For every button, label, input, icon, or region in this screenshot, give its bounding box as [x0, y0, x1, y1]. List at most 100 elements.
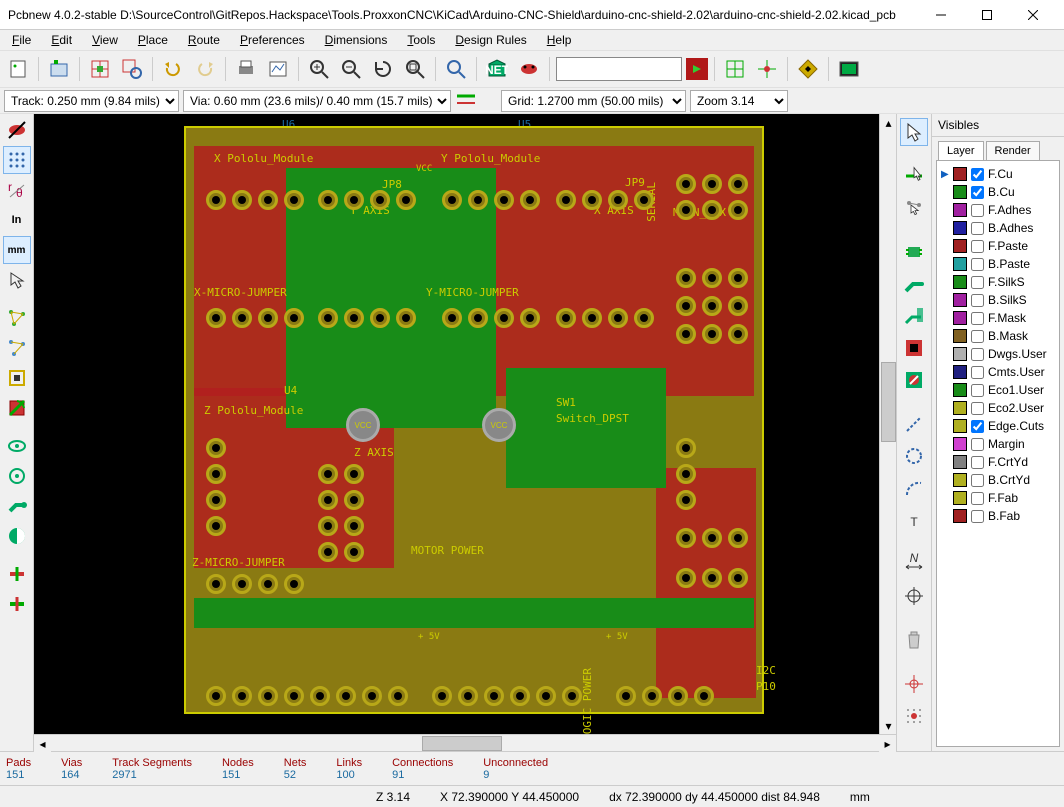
layer-row-f-cu[interactable]: ▶F.Cu — [941, 165, 1055, 183]
grid-toggle-icon[interactable] — [3, 146, 31, 174]
find-icon[interactable] — [442, 55, 470, 83]
track-width-select[interactable]: Track: 0.250 mm (9.84 mils) * — [4, 90, 179, 112]
menu-route[interactable]: Route — [180, 31, 228, 49]
layer-checkbox[interactable] — [971, 312, 984, 325]
grid-select[interactable]: Grid: 1.2700 mm (50.00 mils) — [501, 90, 686, 112]
layer-row-eco1-user[interactable]: Eco1.User — [941, 381, 1055, 399]
layer-row-b-silks[interactable]: B.SilkS — [941, 291, 1055, 309]
net-search-input[interactable] — [556, 57, 682, 81]
grid-origin-tool-icon[interactable] — [900, 702, 928, 730]
layer-checkbox[interactable] — [971, 438, 984, 451]
minimize-button[interactable] — [918, 0, 964, 30]
menu-dimensions[interactable]: Dimensions — [317, 31, 396, 49]
vertical-scrollbar[interactable]: ▴ ▾ — [879, 114, 896, 734]
drc-off-icon[interactable] — [3, 116, 31, 144]
tab-layer[interactable]: Layer — [938, 141, 984, 160]
module-ratsnest-icon[interactable] — [3, 334, 31, 362]
place-origin-icon[interactable] — [900, 670, 928, 698]
local-ratsnest-icon[interactable] — [900, 194, 928, 222]
layer-row-cmts-user[interactable]: Cmts.User — [941, 363, 1055, 381]
layer-checkbox[interactable] — [971, 294, 984, 307]
undo-icon[interactable] — [159, 55, 187, 83]
zoom-fit-icon[interactable] — [401, 55, 429, 83]
grid-red-icon[interactable] — [86, 55, 114, 83]
tracks-sketch-icon[interactable] — [3, 492, 31, 520]
layer-row-eco2-user[interactable]: Eco2.User — [941, 399, 1055, 417]
menu-file[interactable]: File — [4, 31, 39, 49]
layer-checkbox[interactable] — [971, 366, 984, 379]
add-footprint-icon[interactable] — [900, 238, 928, 266]
highlight-net-icon[interactable] — [900, 162, 928, 190]
route-track-icon[interactable] — [900, 270, 928, 298]
add-keepout-icon[interactable] — [900, 366, 928, 394]
net-highlight-button[interactable] — [686, 58, 708, 80]
microwave-toolbar-icon[interactable] — [3, 590, 31, 618]
zoom-out-icon[interactable] — [337, 55, 365, 83]
add-target-icon[interactable] — [900, 582, 928, 610]
layer-row-b-fab[interactable]: B.Fab — [941, 507, 1055, 525]
select-tool-icon[interactable] — [900, 118, 928, 146]
layer-row-margin[interactable]: Margin — [941, 435, 1055, 453]
layer-checkbox[interactable] — [971, 276, 984, 289]
menu-place[interactable]: Place — [130, 31, 176, 49]
layer-row-f-silks[interactable]: F.SilkS — [941, 273, 1055, 291]
close-button[interactable] — [1010, 0, 1056, 30]
layer-checkbox[interactable] — [971, 348, 984, 361]
via-size-select[interactable]: Via: 0.60 mm (23.6 mils)/ 0.40 mm (15.7 … — [183, 90, 451, 112]
layer-manager-red-icon[interactable] — [3, 560, 31, 588]
new-board-icon[interactable] — [4, 55, 32, 83]
polar-coords-icon[interactable]: rθ — [3, 176, 31, 204]
netlist-icon[interactable]: NET — [483, 55, 511, 83]
menu-view[interactable]: View — [84, 31, 126, 49]
layer-checkbox[interactable] — [971, 402, 984, 415]
maximize-button[interactable] — [964, 0, 1010, 30]
layer-row-dwgs-user[interactable]: Dwgs.User — [941, 345, 1055, 363]
menu-design-rules[interactable]: Design Rules — [447, 31, 534, 49]
layer-checkbox[interactable] — [971, 240, 984, 253]
units-inch-icon[interactable]: In — [3, 206, 31, 234]
layer-checkbox[interactable] — [971, 510, 984, 523]
grid-origin-icon[interactable] — [753, 55, 781, 83]
high-contrast-icon[interactable] — [3, 522, 31, 550]
layer-row-f-mask[interactable]: F.Mask — [941, 309, 1055, 327]
zoom-grid-icon[interactable] — [118, 55, 146, 83]
layer-row-f-crtyd[interactable]: F.CrtYd — [941, 453, 1055, 471]
print-icon[interactable] — [232, 55, 260, 83]
layer-row-f-adhes[interactable]: F.Adhes — [941, 201, 1055, 219]
plot-icon[interactable] — [264, 55, 292, 83]
zoom-in-icon[interactable] — [305, 55, 333, 83]
drc-icon[interactable] — [515, 55, 543, 83]
layer-checkbox[interactable] — [971, 456, 984, 469]
layer-checkbox[interactable] — [971, 384, 984, 397]
layer-checkbox[interactable] — [971, 258, 984, 271]
layer-setup-icon[interactable] — [721, 55, 749, 83]
layer-row-b-crtyd[interactable]: B.CrtYd — [941, 471, 1055, 489]
layer-row-f-fab[interactable]: F.Fab — [941, 489, 1055, 507]
layer-checkbox[interactable] — [971, 492, 984, 505]
layer-checkbox[interactable] — [971, 186, 984, 199]
delete-icon[interactable] — [900, 626, 928, 654]
menu-preferences[interactable]: Preferences — [232, 31, 313, 49]
add-arc-icon[interactable] — [900, 474, 928, 502]
open-module-icon[interactable] — [45, 55, 73, 83]
cursor-shape-icon[interactable] — [3, 266, 31, 294]
add-zone-icon[interactable] — [900, 334, 928, 362]
layer-checkbox[interactable] — [971, 204, 984, 217]
redo-icon[interactable] — [191, 55, 219, 83]
add-line-icon[interactable] — [900, 410, 928, 438]
add-via-icon[interactable] — [900, 302, 928, 330]
add-text-icon[interactable]: T — [900, 506, 928, 534]
layer-checkbox[interactable] — [971, 222, 984, 235]
ratsnest-icon[interactable] — [3, 304, 31, 332]
add-dimension-icon[interactable]: N — [900, 550, 928, 578]
auto-track-width-icon[interactable] — [455, 90, 483, 112]
menu-edit[interactable]: Edit — [43, 31, 80, 49]
layer-row-b-paste[interactable]: B.Paste — [941, 255, 1055, 273]
menu-help[interactable]: Help — [539, 31, 580, 49]
layer-checkbox[interactable] — [971, 420, 984, 433]
zoom-select[interactable]: Zoom 3.14 — [690, 90, 788, 112]
horizontal-scrollbar[interactable]: ◂ ▸ — [34, 734, 896, 751]
layer-row-edge-cuts[interactable]: Edge.Cuts — [941, 417, 1055, 435]
auto-delete-track-icon[interactable] — [3, 364, 31, 392]
units-mm-icon[interactable]: mm — [3, 236, 31, 264]
